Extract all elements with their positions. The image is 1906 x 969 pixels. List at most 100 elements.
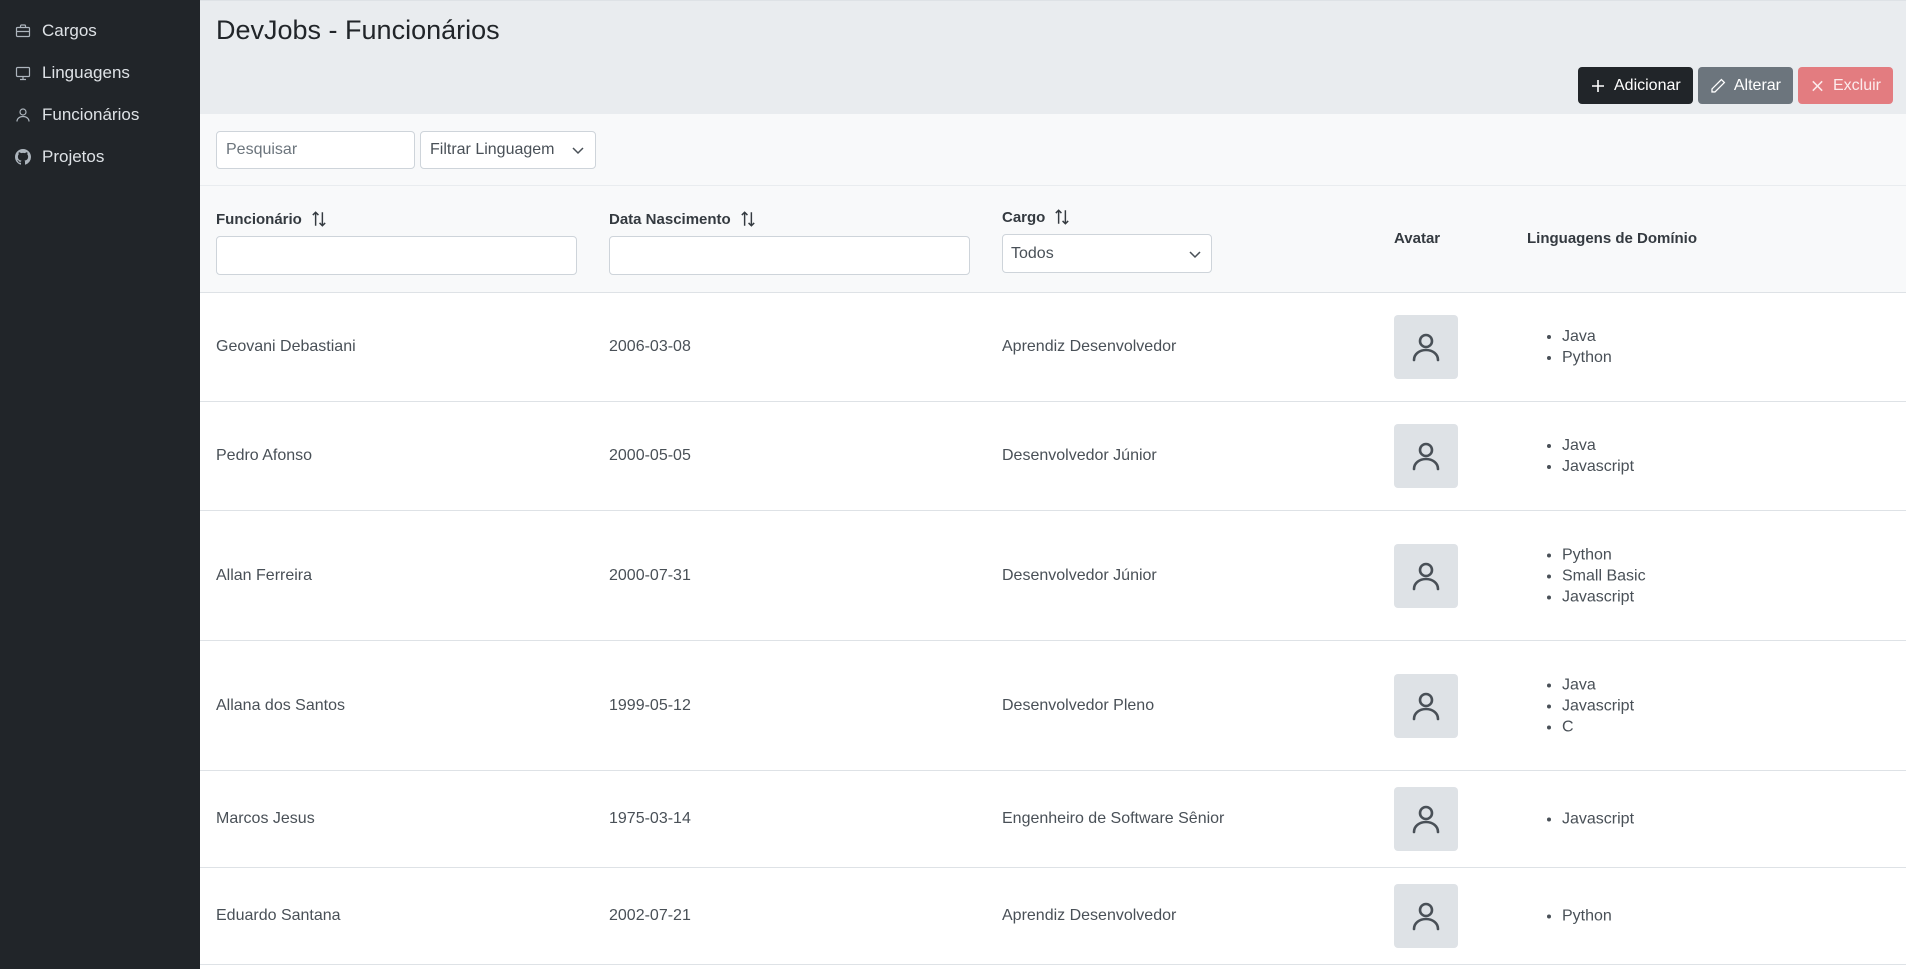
sort-icon bbox=[312, 211, 326, 227]
employee-birth-date: 1999-05-12 bbox=[609, 696, 691, 714]
github-icon bbox=[14, 148, 32, 166]
employee-name: Marcos Jesus bbox=[216, 810, 315, 827]
language-item: Java bbox=[1562, 326, 1612, 347]
person-icon bbox=[1412, 442, 1440, 471]
table-row[interactable]: Geovani Debastiani 2006-03-08 Aprendiz Des… bbox=[200, 293, 1906, 402]
sidebar-item-cargos[interactable]: Cargos bbox=[0, 10, 200, 52]
table-row[interactable]: Allan Ferreira 2000-07-31 Desenvolvedor Jú… bbox=[200, 511, 1906, 641]
avatar bbox=[1394, 673, 1458, 738]
employee-languages: Javascript bbox=[1532, 809, 1634, 830]
employee-birth-date: 2006-03-08 bbox=[609, 338, 691, 355]
name-filter-input[interactable] bbox=[216, 236, 577, 275]
employee-birth-date: 1975-03-14 bbox=[609, 810, 691, 827]
column-header-label: Linguagens de Domínio bbox=[1527, 230, 1698, 247]
languages-list: JavaPython bbox=[1532, 326, 1612, 368]
language-item: C bbox=[1562, 716, 1634, 737]
edit-button-label: Alterar bbox=[1733, 76, 1781, 94]
avatar bbox=[1394, 424, 1458, 488]
close-icon bbox=[1812, 80, 1823, 91]
person-icon bbox=[1412, 902, 1440, 931]
employee-role: Desenvolvedor Júnior bbox=[1002, 566, 1157, 584]
search-input[interactable] bbox=[216, 131, 415, 169]
employee-name: Allan Ferreira bbox=[216, 566, 313, 584]
edit-button[interactable]: Alterar bbox=[1698, 67, 1793, 104]
language-filter-dropdown[interactable]: Filtrar Linguagem bbox=[420, 131, 596, 169]
sidebar-item-projetos[interactable]: Projetos bbox=[0, 136, 200, 178]
table-row[interactable]: Marcos Jesus 1975-03-14 Engenheiro de Soft… bbox=[200, 771, 1906, 868]
avatar bbox=[1394, 884, 1458, 948]
languages-list: PythonSmall BasicJavascript bbox=[1532, 544, 1646, 607]
column-header-label: Avatar bbox=[1394, 230, 1441, 247]
add-button[interactable]: Adicionar bbox=[1578, 67, 1693, 104]
sidebar-item-label: Cargos bbox=[42, 21, 97, 40]
filter-toolbar: Filtrar Linguagem bbox=[200, 114, 1906, 186]
employee-name: Geovani Debastiani bbox=[216, 338, 356, 355]
sidebar-item-label: Funcionários bbox=[42, 105, 140, 124]
table-row[interactable]: Eduardo Santana 2002-07-21 Aprendiz Desenv… bbox=[200, 868, 1906, 965]
page-title: DevJobs - Funcionários bbox=[216, 15, 500, 45]
table-row[interactable]: Allana dos Santos 1999-05-12 Desenvolvedor… bbox=[200, 641, 1906, 771]
employee-role: Desenvolvedor Pleno bbox=[1002, 696, 1155, 714]
delete-button[interactable]: Excluir bbox=[1798, 67, 1893, 104]
employee-role: Engenheiro de Software Sênior bbox=[1002, 810, 1225, 827]
language-filter-label: Filtrar Linguagem bbox=[430, 141, 555, 158]
languages-list: Javascript bbox=[1532, 809, 1634, 830]
column-header-languages: Linguagens de Domínio bbox=[1527, 230, 1697, 247]
sidebar-item-funcionarios[interactable]: Funcionários bbox=[0, 94, 200, 136]
person-icon bbox=[1412, 805, 1440, 834]
employee-birth-date: 2000-05-05 bbox=[609, 447, 691, 464]
language-item: Python bbox=[1562, 906, 1612, 927]
employee-role: Desenvolvedor Júnior bbox=[1002, 447, 1157, 464]
birth-filter-input[interactable] bbox=[609, 236, 970, 275]
column-header-birth[interactable]: Data Nascimento bbox=[609, 210, 757, 228]
employee-role: Aprendiz Desenvolvedor bbox=[1002, 338, 1177, 355]
sidebar-item-label: Projetos bbox=[42, 147, 105, 166]
table-row[interactable]: Pedro Afonso 2000-05-05 Desenvolvedor Júni… bbox=[200, 402, 1906, 511]
employee-birth-date: 2002-07-21 bbox=[609, 907, 691, 924]
sort-icon bbox=[741, 211, 755, 227]
language-item: Small Basic bbox=[1562, 565, 1646, 586]
pencil-icon bbox=[1711, 78, 1726, 93]
chevron-down-icon bbox=[1189, 250, 1201, 258]
column-header-label: Cargo bbox=[1002, 208, 1046, 226]
language-item: Javascript bbox=[1562, 809, 1634, 830]
sidebar-item-linguagens[interactable]: Linguagens bbox=[0, 52, 200, 94]
person-icon bbox=[1412, 333, 1440, 362]
language-item: Python bbox=[1562, 544, 1646, 565]
sidebar-item-label: Linguagens bbox=[42, 63, 130, 82]
avatar bbox=[1394, 315, 1458, 379]
column-header-label: Data Nascimento bbox=[609, 210, 731, 228]
table-body: Geovani Debastiani 2006-03-08 Aprendiz Des… bbox=[200, 293, 1906, 965]
person-icon bbox=[1412, 692, 1440, 720]
briefcase-icon bbox=[14, 22, 32, 40]
employee-languages: PythonSmall BasicJavascript bbox=[1532, 544, 1646, 607]
languages-list: JavaJavascriptC bbox=[1532, 674, 1634, 737]
employee-name: Allana dos Santos bbox=[216, 696, 345, 714]
avatar bbox=[1394, 787, 1458, 851]
language-item: Javascript bbox=[1562, 456, 1634, 477]
column-header-avatar: Avatar bbox=[1394, 230, 1440, 247]
role-filter-select[interactable]: Todos bbox=[1002, 234, 1212, 273]
languages-list: JavaJavascript bbox=[1532, 435, 1634, 477]
employee-languages: JavaJavascript bbox=[1532, 435, 1634, 477]
column-header-name[interactable]: Funcionário bbox=[216, 210, 328, 228]
column-header-label: Funcionário bbox=[216, 210, 302, 228]
chevron-down-icon bbox=[572, 147, 584, 155]
language-item: Javascript bbox=[1562, 586, 1646, 607]
table-header: Funcionário Data Nascimento Cargo Todos … bbox=[200, 186, 1906, 293]
user-icon bbox=[14, 106, 32, 124]
language-item: Java bbox=[1562, 674, 1634, 695]
employee-languages: JavaJavascriptC bbox=[1532, 674, 1634, 737]
languages-list: Python bbox=[1532, 906, 1612, 927]
employee-birth-date: 2000-07-31 bbox=[609, 566, 691, 584]
employee-languages: Python bbox=[1532, 906, 1612, 927]
employee-languages: JavaPython bbox=[1532, 326, 1612, 368]
language-item: Javascript bbox=[1562, 695, 1634, 716]
column-header-role[interactable]: Cargo bbox=[1002, 208, 1071, 226]
sort-icon bbox=[1055, 209, 1070, 225]
delete-button-label: Excluir bbox=[1832, 76, 1881, 94]
language-item: Java bbox=[1562, 435, 1634, 456]
page-header: DevJobs - Funcionários Adicionar Alterar… bbox=[200, 0, 1906, 114]
main-content: DevJobs - Funcionários Adicionar Alterar… bbox=[200, 0, 1906, 969]
person-icon bbox=[1412, 562, 1440, 590]
